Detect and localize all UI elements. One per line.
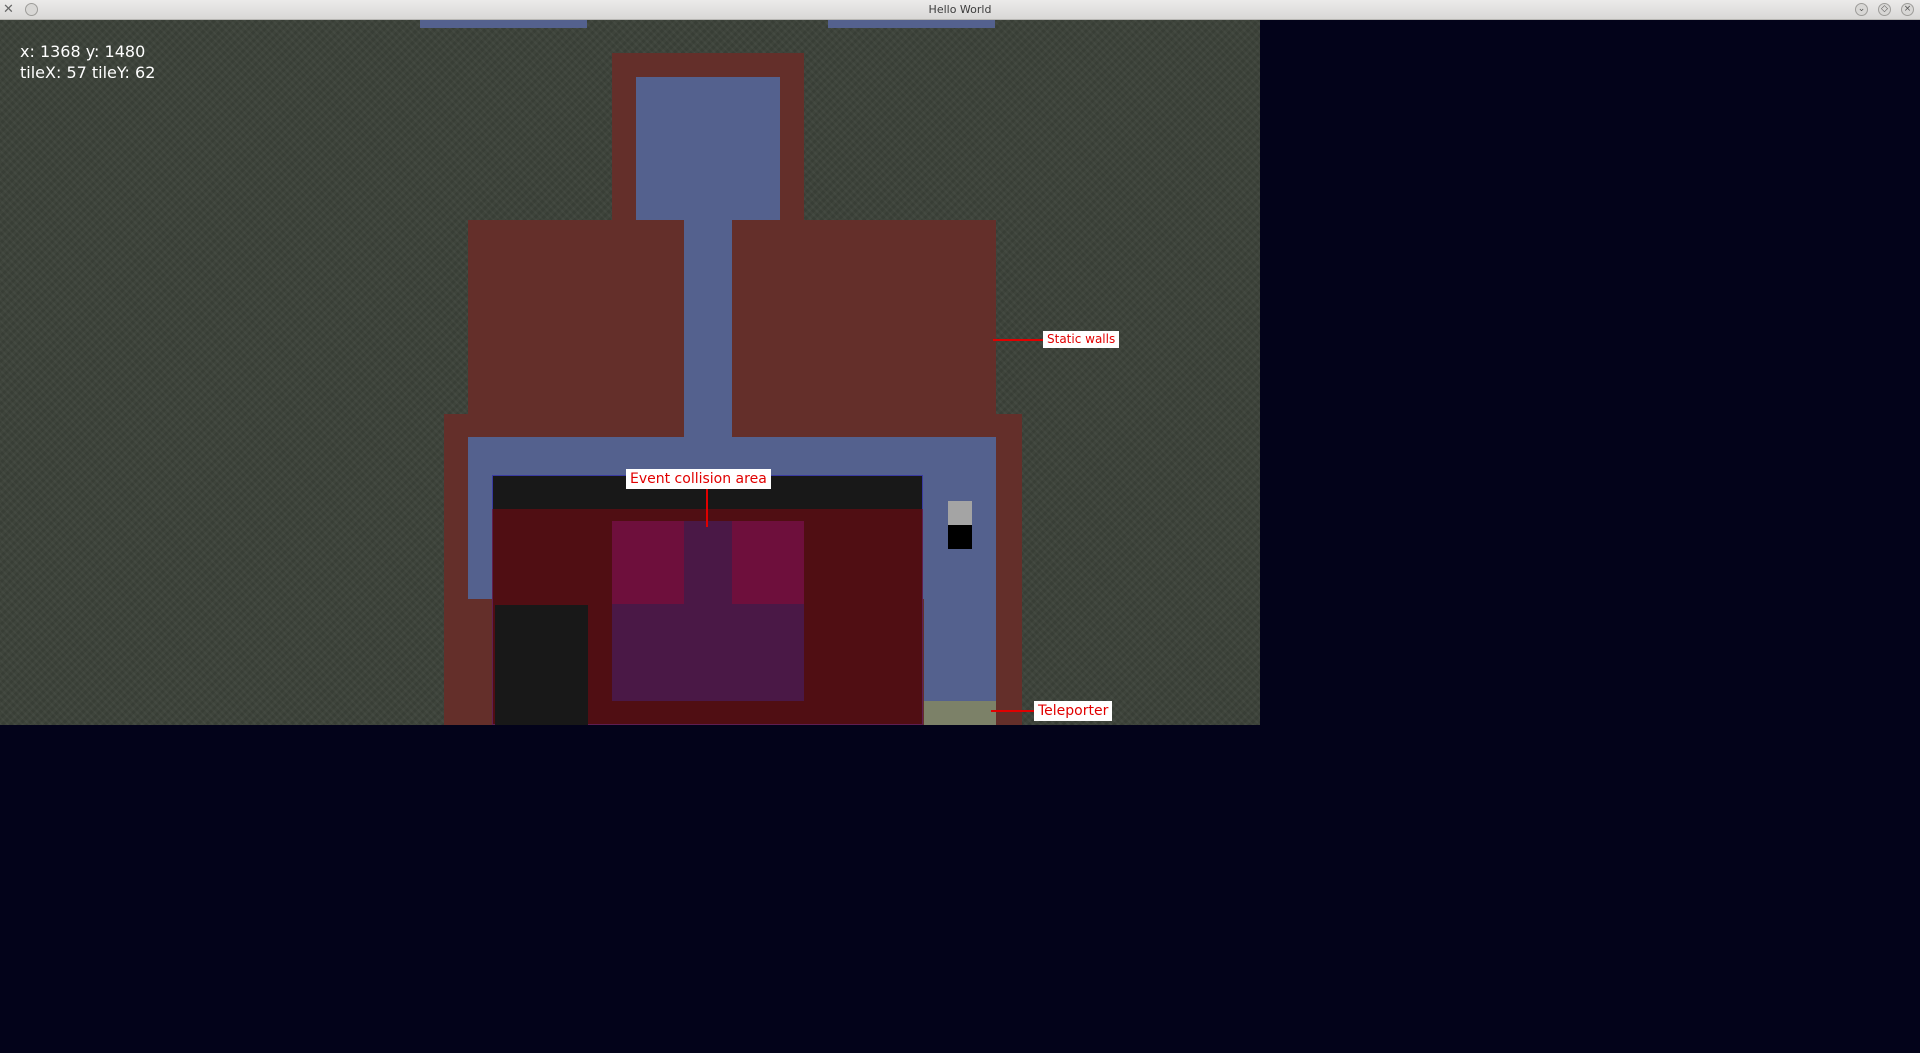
teleporter-label: Teleporter	[1034, 701, 1113, 721]
close-icon[interactable]: ×	[1901, 3, 1914, 16]
coordinates-hud: x: 1368 y: 1480 tileX: 57 tileY: 62	[20, 41, 155, 83]
floor-corridor	[684, 215, 732, 457]
static-walls-label: Static walls	[1043, 331, 1120, 348]
event-object-left	[612, 521, 684, 604]
dark-room-corner	[495, 605, 588, 725]
game-viewport[interactable]: x: 1368 y: 1480 tileX: 57 tileY: 62 Stat…	[0, 20, 1260, 725]
maximize-icon[interactable]: ◇	[1878, 3, 1891, 16]
teleporter	[924, 701, 996, 725]
static-walls-pointer	[993, 339, 1043, 341]
event-collision-area-pointer	[706, 489, 708, 527]
player-head	[948, 501, 972, 525]
teleporter-pointer	[991, 710, 1035, 712]
player-body	[948, 525, 972, 549]
floor-tile-top-right	[828, 20, 995, 28]
window-title: Hello World	[928, 3, 992, 16]
position-readout: x: 1368 y: 1480	[20, 42, 146, 61]
event-collision-area-label: Event collision area	[626, 469, 771, 489]
window-titlebar[interactable]: ✕ Hello World ⌄ ◇ ×	[0, 0, 1920, 20]
event-object-right	[732, 521, 804, 604]
minimize-icon[interactable]: ⌄	[1855, 3, 1868, 16]
tile-readout: tileX: 57 tileY: 62	[20, 63, 156, 82]
floor-hall-right	[924, 437, 996, 725]
floor-tile-top-left	[420, 20, 587, 28]
floor-room-top	[636, 77, 780, 220]
static-wall-middle	[468, 220, 996, 440]
